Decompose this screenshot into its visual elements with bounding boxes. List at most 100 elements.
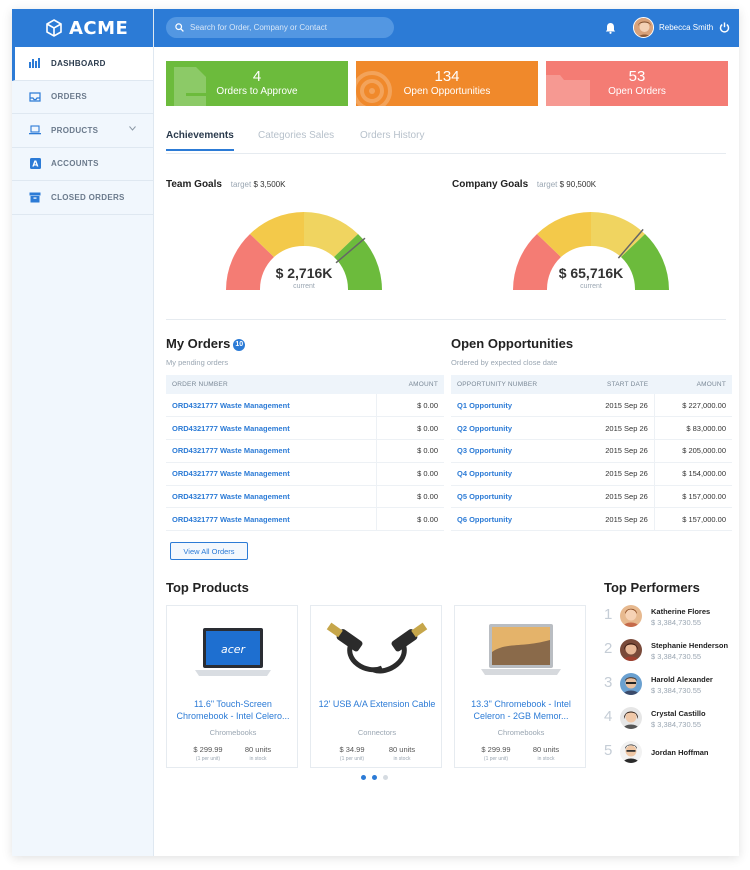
start-date: 2015 Sep 26 <box>578 416 655 441</box>
price-note: (1 per unit) <box>339 756 365 762</box>
column-header-order-number[interactable]: ORDER NUMBER <box>166 375 377 394</box>
performer-rank: 5 <box>604 742 613 759</box>
table-row[interactable]: ORD4321777 Waste Management $ 0.00 <box>166 416 444 441</box>
inbox-icon <box>29 92 41 102</box>
table-row[interactable]: Q2 Opportunity 2015 Sep 26 $ 83,000.00 <box>451 416 732 441</box>
carousel-dot[interactable] <box>383 775 388 780</box>
order-number-link[interactable]: ORD4321777 Waste Management <box>166 416 377 441</box>
team-goals-target: target $ 3,500K <box>231 180 286 189</box>
tab-orders-history[interactable]: Orders History <box>360 130 424 141</box>
table-row[interactable]: Q6 Opportunity 2015 Sep 26 $ 157,000.00 <box>451 507 732 532</box>
product-name-link[interactable]: 11.6" Touch-Screen Chromebook - Intel Ce… <box>171 698 295 722</box>
usb-cable-image <box>326 622 428 674</box>
top-performers-title: Top Performers <box>604 580 700 595</box>
avatar <box>620 639 642 661</box>
order-number-link[interactable]: ORD4321777 Waste Management <box>166 462 377 486</box>
stat-card-open-orders[interactable]: 53 Open Orders <box>546 61 728 106</box>
carousel-dot[interactable] <box>372 775 377 780</box>
stock-value: 80 units <box>388 745 416 754</box>
stock-value: 80 units <box>244 745 272 754</box>
column-header-amount[interactable]: AMOUNT <box>376 375 444 394</box>
order-number-link[interactable]: ORD4321777 Waste Management <box>166 507 377 532</box>
opportunity-link[interactable]: Q3 Opportunity <box>451 439 579 463</box>
product-card[interactable]: 12' USB A/A Extension Cable Connectors $… <box>310 605 442 768</box>
table-row[interactable]: ORD4321777 Waste Management $ 0.00 <box>166 439 444 463</box>
sidebar-item-closed-orders[interactable]: CLOSED ORDERS <box>12 181 153 215</box>
order-number-link[interactable]: ORD4321777 Waste Management <box>166 394 377 418</box>
performer-item[interactable]: 4 Crystal Castillo $ 3,384,730.55 <box>604 705 739 735</box>
column-header-opportunity-number[interactable]: OPPORTUNITY NUMBER <box>451 375 579 394</box>
table-row[interactable]: ORD4321777 Waste Management $ 0.00 <box>166 394 444 418</box>
price-value: $ 299.99 <box>481 745 511 754</box>
sidebar-item-label: DASHBOARD <box>51 58 106 68</box>
bar-chart-icon <box>29 58 41 69</box>
brand-logo[interactable]: ACME <box>12 9 153 47</box>
sidebar-item-label: ORDERS <box>51 92 88 102</box>
tab-categories-sales[interactable]: Categories Sales <box>258 130 334 141</box>
search-input[interactable] <box>190 23 390 32</box>
opportunity-link[interactable]: Q6 Opportunity <box>451 507 579 532</box>
opportunity-link[interactable]: Q1 Opportunity <box>451 394 579 418</box>
product-card[interactable]: acer 11.6" Touch-Screen Chromebook - Int… <box>166 605 298 768</box>
performer-item[interactable]: 2 Stephanie Henderson $ 3,384,730.55 <box>604 637 739 667</box>
tab-achievements[interactable]: Achievements <box>166 130 234 151</box>
column-header-start-date[interactable]: START DATE <box>578 375 655 394</box>
team-goals-header: Team Goals target $ 3,500K <box>166 179 285 190</box>
target-label: target <box>230 180 252 189</box>
svg-text:A: A <box>32 160 39 169</box>
sidebar-item-dashboard[interactable]: DASHBOARD <box>12 47 153 81</box>
stat-value: 4 <box>252 68 262 85</box>
product-name-link[interactable]: 12' USB A/A Extension Cable <box>315 698 439 710</box>
start-date: 2015 Sep 26 <box>578 507 655 532</box>
user-avatar[interactable] <box>633 17 654 38</box>
performer-amount: $ 3,384,730.55 <box>651 618 702 627</box>
performer-item[interactable]: 1 Katherine Flores $ 3,384,730.55 <box>604 603 739 633</box>
table-row[interactable]: Q5 Opportunity 2015 Sep 26 $ 157,000.00 <box>451 485 732 509</box>
start-date: 2015 Sep 26 <box>578 485 655 509</box>
stat-label: Open Orders <box>608 86 666 97</box>
stat-value: 134 <box>434 68 460 85</box>
opportunity-link[interactable]: Q4 Opportunity <box>451 462 579 486</box>
opportunity-link[interactable]: Q2 Opportunity <box>451 416 579 441</box>
column-header-amount[interactable]: AMOUNT <box>654 375 732 394</box>
table-row[interactable]: Q1 Opportunity 2015 Sep 26 $ 227,000.00 <box>451 394 732 418</box>
price-note: (1 per unit) <box>195 756 221 762</box>
search-box[interactable] <box>166 17 394 38</box>
start-date: 2015 Sep 26 <box>578 462 655 486</box>
table-row[interactable]: ORD4321777 Waste Management $ 0.00 <box>166 485 444 509</box>
table-row[interactable]: ORD4321777 Waste Management $ 0.00 <box>166 507 444 532</box>
main-content: 4 Orders to Approve 134 Open Opportuniti… <box>154 47 739 856</box>
table-row[interactable]: Q3 Opportunity 2015 Sep 26 $ 205,000.00 <box>451 439 732 463</box>
table-header-row: ORDER NUMBER AMOUNT <box>166 375 444 394</box>
bell-icon[interactable] <box>605 22 616 34</box>
opportunity-link[interactable]: Q5 Opportunity <box>451 485 579 509</box>
stat-card-orders-to-approve[interactable]: 4 Orders to Approve <box>166 61 348 106</box>
user-name[interactable]: Rebecca Smith <box>659 23 713 32</box>
carousel-dot[interactable] <box>361 775 366 780</box>
stat-card-open-opportunities[interactable]: 134 Open Opportunities <box>356 61 538 106</box>
price-value: $ 34.99 <box>339 745 365 754</box>
table-row[interactable]: Q4 Opportunity 2015 Sep 26 $ 154,000.00 <box>451 462 732 486</box>
view-all-orders-button[interactable]: View All Orders <box>170 542 248 560</box>
search-icon <box>175 23 184 32</box>
sidebar-item-accounts[interactable]: A ACCOUNTS <box>12 148 153 181</box>
performer-item[interactable]: 5 Jordan Hoffman <box>604 739 739 769</box>
my-orders-title-text: My Orders <box>166 336 231 351</box>
product-stock: 80 units in stock <box>377 745 427 762</box>
team-goals-current: $ 2,716K <box>275 265 333 281</box>
order-number-link[interactable]: ORD4321777 Waste Management <box>166 439 377 463</box>
performer-item[interactable]: 3 Harold Alexander $ 3,384,730.55 <box>604 671 739 701</box>
sidebar-item-orders[interactable]: ORDERS <box>12 81 153 114</box>
chevron-down-icon[interactable] <box>129 126 136 131</box>
my-orders-subtitle: My pending orders <box>166 358 229 367</box>
product-card[interactable]: 13.3" Chromebook - Intel Celeron - 2GB M… <box>454 605 586 768</box>
avatar <box>620 673 642 695</box>
order-number-link[interactable]: ORD4321777 Waste Management <box>166 485 377 509</box>
performer-rank: 2 <box>604 640 613 657</box>
table-row[interactable]: ORD4321777 Waste Management $ 0.00 <box>166 462 444 486</box>
product-price: $ 299.99 (1 per unit) <box>183 745 233 762</box>
sidebar-item-products[interactable]: PRODUCTS <box>12 114 153 148</box>
power-icon[interactable] <box>719 22 730 33</box>
product-name-link[interactable]: 13.3" Chromebook - Intel Celeron - 2GB M… <box>459 698 583 722</box>
performer-name: Harold Alexander <box>651 675 713 684</box>
